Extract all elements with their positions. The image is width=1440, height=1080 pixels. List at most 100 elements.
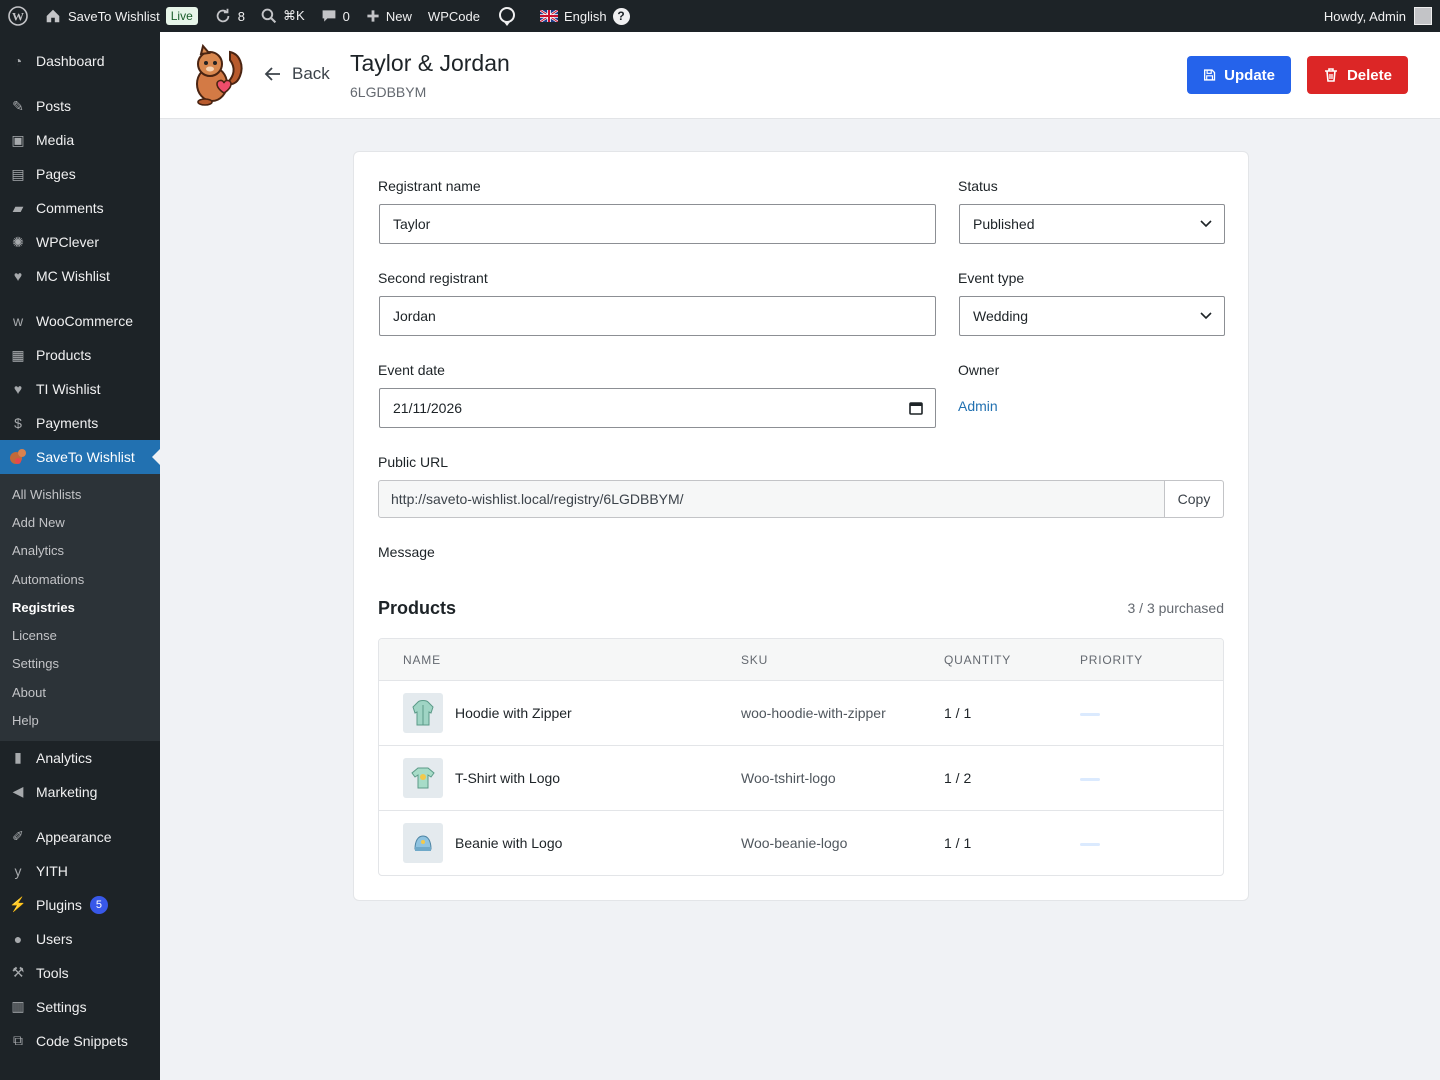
sidebar-item-products[interactable]: ▦ Products (0, 338, 160, 372)
my-account[interactable]: Howdy, Admin (1316, 0, 1440, 32)
admin-bar: W SaveTo Wishlist Live 8 ⌘K 0 New WPCode… (0, 0, 1440, 32)
sidebar-item-media[interactable]: ▣ Media (0, 123, 160, 157)
brush-icon: ✐ (12, 828, 24, 845)
status-value: Published (973, 216, 1035, 232)
sidebar-item-label: Settings (36, 998, 87, 1015)
sidebar-item-ti-wishlist[interactable]: ♥ TI Wishlist (0, 372, 160, 406)
settings-icon: ▥ (11, 998, 25, 1015)
submenu-item-registries[interactable]: Registries (0, 593, 160, 621)
status-select[interactable]: Published (959, 204, 1225, 244)
language-switcher[interactable]: English ? (526, 0, 638, 32)
sidebar-item-mc-wishlist[interactable]: ♥ MC Wishlist (0, 259, 160, 293)
sidebar-item-label: Code Snippets (36, 1032, 128, 1049)
sidebar-item-label: Tools (36, 964, 69, 981)
product-name: T-Shirt with Logo (455, 770, 561, 786)
product-sku: woo-hoodie-with-zipper (741, 705, 886, 721)
submenu-item-add-new[interactable]: Add New (0, 508, 160, 536)
table-row[interactable]: T-Shirt with Logo Woo-tshirt-logo 1 / 2 (379, 746, 1223, 811)
new-content-link[interactable]: New (358, 0, 420, 32)
sidebar-item-label: Products (36, 347, 92, 363)
sidebar-item-label: Users (36, 930, 73, 947)
sidebar-item-saveto-wishlist[interactable]: SaveTo Wishlist (0, 440, 160, 474)
sidebar-item-code-snippets[interactable]: ⧉ Code Snippets (0, 1024, 160, 1058)
comments-link[interactable]: 0 (313, 0, 358, 32)
submenu-item-all-wishlists[interactable]: All Wishlists (0, 480, 160, 508)
sidebar-item-tools[interactable]: ⚒ Tools (0, 956, 160, 990)
sidebar-item-label: Analytics (36, 749, 93, 766)
heart-icon: ♥ (13, 268, 23, 284)
sidebar-item-plugins[interactable]: ⚡ Plugins 5 (0, 888, 160, 922)
sidebar-item-settings[interactable]: ▥ Settings (0, 990, 160, 1024)
updates-link[interactable]: 8 (206, 0, 253, 32)
status-label: Status (958, 178, 998, 194)
wpcode-link[interactable]: WPCode (420, 0, 488, 32)
products-heading: Products (378, 598, 457, 618)
sidebar-item-marketing[interactable]: ◀ Marketing (0, 775, 160, 809)
products-table: NAME SKU QUANTITY PRIORITY Hoodie with Z… (378, 638, 1224, 876)
wordpress-logo-button[interactable]: W (0, 0, 36, 32)
delete-button[interactable]: Delete (1307, 56, 1408, 94)
submenu-item-about[interactable]: About (0, 678, 160, 706)
submenu-item-settings[interactable]: Settings (0, 650, 160, 678)
sidebar-item-wpclever[interactable]: ✺ WPClever (0, 225, 160, 259)
calendar-icon[interactable] (909, 401, 923, 415)
priority-indicator (1080, 843, 1100, 846)
sidebar-item-users[interactable]: ● Users (0, 922, 160, 956)
product-name: Hoodie with Zipper (455, 705, 572, 721)
second-registrant-label: Second registrant (378, 270, 488, 286)
site-name-link[interactable]: SaveTo Wishlist Live (36, 0, 206, 32)
sidebar-item-label: Appearance (36, 828, 112, 845)
wordpress-icon: W (8, 6, 28, 26)
sidebar-item-label: Posts (36, 98, 72, 114)
sidebar-item-comments[interactable]: ▰ Comments (0, 191, 160, 225)
submenu-item-help[interactable]: Help (0, 706, 160, 734)
tshirt-icon (403, 758, 443, 798)
pages-icon: ▤ (11, 165, 25, 182)
arrow-left-icon (264, 67, 280, 81)
sidebar-item-payments[interactable]: $ Payments (0, 406, 160, 440)
search-icon (261, 8, 277, 24)
sidebar-item-posts[interactable]: ✎ Posts (0, 89, 160, 123)
second-registrant-input[interactable]: Jordan (379, 296, 936, 336)
sidebar-item-appearance[interactable]: ✐ Appearance (0, 820, 160, 854)
event-date-input[interactable]: 21/11/2026 (379, 388, 936, 428)
sidebar-item-analytics[interactable]: ▮ Analytics (0, 741, 160, 775)
search-shortcut[interactable]: ⌘K (253, 0, 313, 32)
page-header: Back Taylor & Jordan 6LGDBBYM Update Del… (160, 32, 1440, 119)
code-icon: ⧉ (13, 1032, 23, 1049)
copy-button[interactable]: Copy (1164, 481, 1223, 517)
update-button[interactable]: Update (1187, 56, 1291, 94)
sidebar-item-yith[interactable]: y YITH (0, 854, 160, 888)
event-type-select[interactable]: Wedding (959, 296, 1225, 336)
page-title: Taylor & Jordan (350, 50, 510, 76)
sidebar-item-label: WooCommerce (36, 313, 133, 329)
back-label: Back (292, 64, 330, 83)
owner-link[interactable]: Admin (958, 398, 998, 414)
public-url-input[interactable]: http://saveto-wishlist.local/registry/6L… (379, 481, 1164, 517)
sidebar-item-label: Plugins (36, 896, 82, 913)
sidebar-item-label: MC Wishlist (36, 268, 110, 284)
registry-form-card: Registrant name Taylor Status Published … (353, 151, 1249, 901)
sidebar-item-woocommerce[interactable]: w WooCommerce (0, 304, 160, 338)
submenu-item-license[interactable]: License (0, 621, 160, 649)
public-url-label: Public URL (378, 454, 449, 470)
sidebar-item-dashboard[interactable]: ◔ Dashboard (0, 44, 160, 78)
help-icon[interactable]: ? (612, 7, 630, 25)
heart-icon: ♥ (13, 381, 23, 397)
comments-count: 0 (342, 8, 350, 24)
back-button[interactable]: Back (264, 64, 330, 84)
search-shortcut-label: ⌘K (283, 8, 305, 23)
refresh-icon (216, 8, 230, 23)
submenu-item-automations[interactable]: Automations (0, 565, 160, 593)
home-icon (46, 9, 60, 23)
submenu-item-analytics[interactable]: Analytics (0, 537, 160, 565)
table-row[interactable]: Hoodie with Zipper woo-hoodie-with-zippe… (379, 681, 1223, 746)
table-header: NAME SKU QUANTITY PRIORITY (379, 639, 1223, 681)
beanie-icon (403, 823, 443, 863)
table-row[interactable]: Beanie with Logo Woo-beanie-logo 1 / 1 (379, 811, 1223, 875)
registrant-name-input[interactable]: Taylor (379, 204, 936, 244)
uk-flag-icon (539, 10, 558, 22)
product-quantity: 1 / 1 (944, 835, 972, 851)
wpcode-icon-link[interactable] (488, 0, 526, 32)
sidebar-item-pages[interactable]: ▤ Pages (0, 157, 160, 191)
